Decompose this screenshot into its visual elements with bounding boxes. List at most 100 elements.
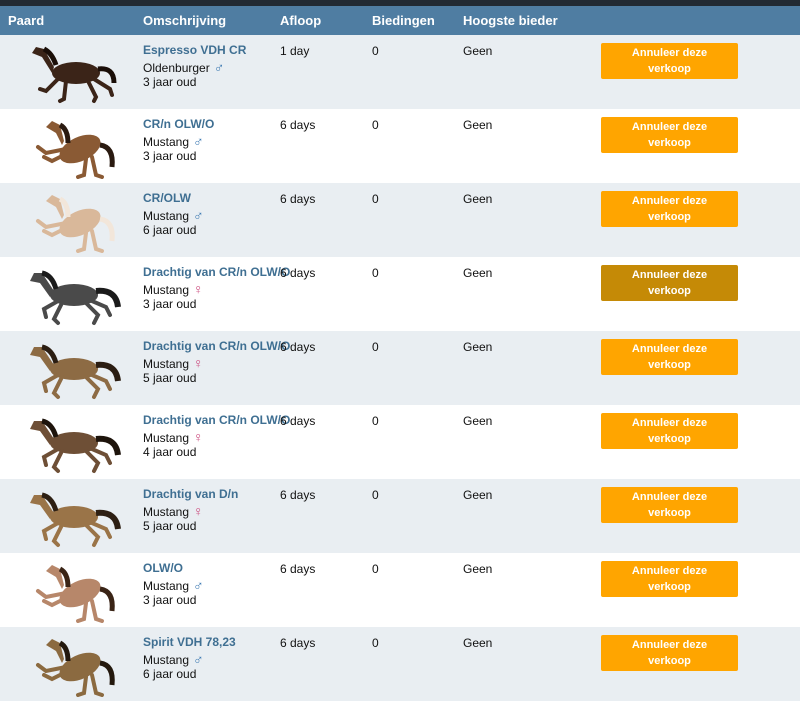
expiry-value: 1 day xyxy=(280,44,310,58)
expiry-value: 6 days xyxy=(280,192,316,206)
horse-name-link[interactable]: CR/n OLW/O xyxy=(143,117,214,131)
cancel-sale-button[interactable]: Annuleer deze verkoop xyxy=(601,413,738,449)
highest-bidder-value: Geen xyxy=(463,118,493,132)
horse-name-link[interactable]: CR/OLW xyxy=(143,191,191,205)
highest-bidder-value: Geen xyxy=(463,44,493,58)
table-row: OLW/O Mustang ♂ 3 jaar oud 6 days 0 Geen Annule… xyxy=(0,553,800,627)
table-row: Drachtig van CR/n OLW/O Mustang ♀ 4 jaar ou… xyxy=(0,405,800,479)
expiry-value: 6 days xyxy=(280,340,316,354)
highest-bidder-value: Geen xyxy=(463,488,493,502)
bids-value: 0 xyxy=(372,118,379,132)
horse-breed: Mustang ♀ xyxy=(143,355,204,371)
horse-age: 6 jaar oud xyxy=(143,667,197,681)
breed-label: Mustang xyxy=(143,431,190,445)
breed-label: Mustang xyxy=(143,135,190,149)
expiry-value: 6 days xyxy=(280,118,316,132)
bids-value: 0 xyxy=(372,636,379,650)
bids-value: 0 xyxy=(372,488,379,502)
bids-value: 0 xyxy=(372,44,379,58)
bids-value: 0 xyxy=(372,340,379,354)
cancel-sale-button[interactable]: Annuleer deze verkoop xyxy=(601,635,738,671)
horse-name-link[interactable]: Spirit VDH 78,23 xyxy=(143,635,236,649)
table-header: Paard Omschrijving Afloop Biedingen Hoog… xyxy=(0,6,800,35)
horse-thumbnail[interactable] xyxy=(22,631,122,697)
horse-name-link[interactable]: Drachtig van D/n xyxy=(143,487,238,501)
horse-age: 5 jaar oud xyxy=(143,371,197,385)
cancel-sale-button[interactable]: Annuleer deze verkoop xyxy=(601,191,738,227)
table-row: CR/OLW Mustang ♂ 6 jaar oud 6 days 0 Geen Annul… xyxy=(0,183,800,257)
table-row: Spirit VDH 78,23 Mustang ♂ 6 jaar oud 6 days… xyxy=(0,627,800,701)
expiry-value: 6 days xyxy=(280,488,316,502)
female-gender-icon: ♀ xyxy=(193,429,204,445)
col-bids: Biedingen xyxy=(372,13,435,28)
table-row: Drachtig van D/n Mustang ♀ 5 jaar oud 6 days… xyxy=(0,479,800,553)
male-gender-icon: ♂ xyxy=(213,59,225,75)
table-row: CR/n OLW/O Mustang ♂ 3 jaar oud 6 days 0 Geen A… xyxy=(0,109,800,183)
table-row: Drachtig van CR/n OLW/O Mustang ♀ 3 jaar ou… xyxy=(0,257,800,331)
col-highest-bidder: Hoogste bieder xyxy=(463,13,558,28)
horse-age: 3 jaar oud xyxy=(143,593,197,607)
highest-bidder-value: Geen xyxy=(463,414,493,428)
horse-thumbnail[interactable] xyxy=(22,113,122,179)
highest-bidder-value: Geen xyxy=(463,266,493,280)
bids-value: 0 xyxy=(372,562,379,576)
male-gender-icon: ♂ xyxy=(193,577,204,593)
horse-name-link[interactable]: Drachtig van CR/n OLW/O xyxy=(143,265,290,279)
cancel-sale-button[interactable]: Annuleer deze verkoop xyxy=(601,117,738,153)
horse-age: 6 jaar oud xyxy=(143,223,197,237)
horse-thumbnail[interactable] xyxy=(22,261,122,327)
expiry-value: 6 days xyxy=(280,414,316,428)
cancel-sale-button[interactable]: Annuleer deze verkoop xyxy=(601,43,738,79)
breed-label: Mustang xyxy=(143,209,190,223)
bids-value: 0 xyxy=(372,192,379,206)
expiry-value: 6 days xyxy=(280,266,316,280)
horse-name-link[interactable]: OLW/O xyxy=(143,561,183,575)
horse-age: 3 jaar oud xyxy=(143,149,197,163)
horse-name-link[interactable]: Espresso VDH CR xyxy=(143,43,246,57)
horse-thumbnail[interactable] xyxy=(22,187,122,253)
horse-age: 5 jaar oud xyxy=(143,519,197,533)
horse-thumbnail[interactable] xyxy=(22,39,122,105)
female-gender-icon: ♀ xyxy=(193,503,204,519)
breed-label: Mustang xyxy=(143,357,190,371)
breed-label: Mustang xyxy=(143,653,190,667)
highest-bidder-value: Geen xyxy=(463,340,493,354)
bids-value: 0 xyxy=(372,414,379,428)
male-gender-icon: ♂ xyxy=(193,133,204,149)
female-gender-icon: ♀ xyxy=(193,281,204,297)
horse-breed: Mustang ♀ xyxy=(143,503,204,519)
breed-label: Mustang xyxy=(143,579,190,593)
male-gender-icon: ♂ xyxy=(193,207,204,223)
cancel-sale-button[interactable]: Annuleer deze verkoop xyxy=(601,561,738,597)
horse-breed: Mustang ♂ xyxy=(143,651,204,667)
horse-name-link[interactable]: Drachtig van CR/n OLW/O xyxy=(143,413,290,427)
cancel-sale-button[interactable]: Annuleer deze verkoop xyxy=(601,487,738,523)
horse-age: 3 jaar oud xyxy=(143,75,197,89)
horse-breed: Mustang ♂ xyxy=(143,133,204,149)
col-expiry: Afloop xyxy=(280,13,322,28)
horse-thumbnail[interactable] xyxy=(22,335,122,401)
expiry-value: 6 days xyxy=(280,636,316,650)
horse-name-link[interactable]: Drachtig van CR/n OLW/O xyxy=(143,339,290,353)
cancel-sale-button[interactable]: Annuleer deze verkoop xyxy=(601,265,738,301)
expiry-value: 6 days xyxy=(280,562,316,576)
male-gender-icon: ♂ xyxy=(193,651,204,667)
breed-label: Mustang xyxy=(143,283,190,297)
horse-breed: Mustang ♀ xyxy=(143,429,204,445)
bids-value: 0 xyxy=(372,266,379,280)
horse-age: 4 jaar oud xyxy=(143,445,197,459)
horse-breed: Mustang ♂ xyxy=(143,207,204,223)
cancel-sale-button[interactable]: Annuleer deze verkoop xyxy=(601,339,738,375)
breed-label: Oldenburger xyxy=(143,61,210,75)
horse-thumbnail[interactable] xyxy=(22,483,122,549)
highest-bidder-value: Geen xyxy=(463,636,493,650)
horse-breed: Oldenburger ♂ xyxy=(143,59,224,75)
col-horse: Paard xyxy=(8,13,45,28)
horse-breed: Mustang ♂ xyxy=(143,577,204,593)
horse-thumbnail[interactable] xyxy=(22,409,122,475)
highest-bidder-value: Geen xyxy=(463,192,493,206)
horse-age: 3 jaar oud xyxy=(143,297,197,311)
breed-label: Mustang xyxy=(143,505,190,519)
horse-thumbnail[interactable] xyxy=(22,557,122,623)
table-row: Drachtig van CR/n OLW/O Mustang ♀ 5 jaar ou… xyxy=(0,331,800,405)
